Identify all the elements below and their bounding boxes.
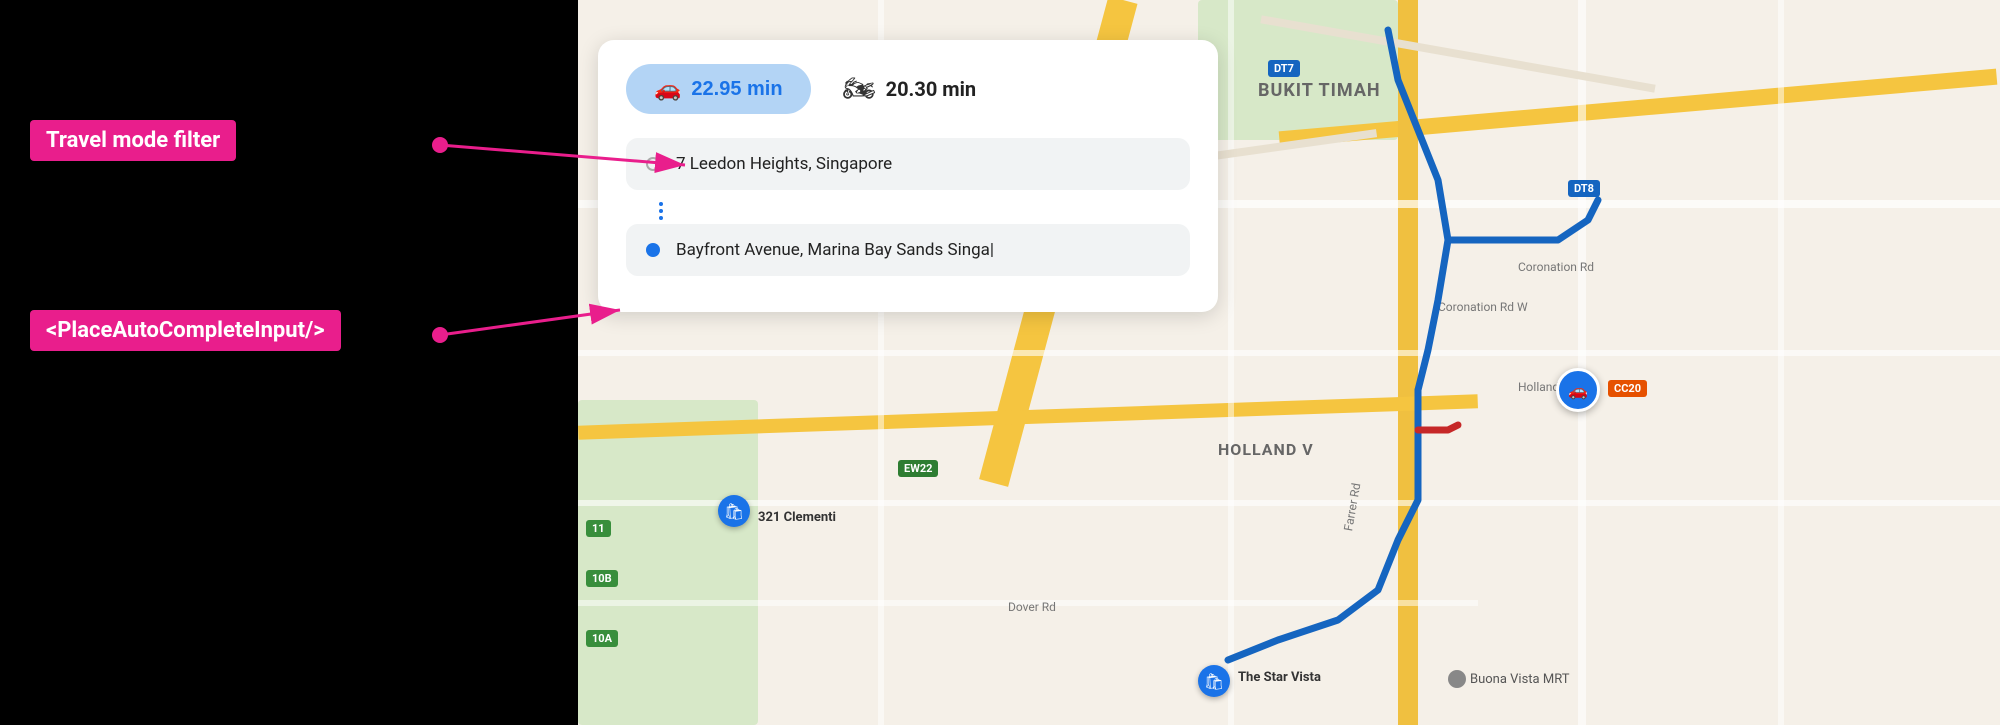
map-container: BUKIT TIMAH HOLLAND V Coronation Rd Coro… xyxy=(578,0,2000,725)
directions-overlay-card: 🚗 22.95 min 🏍 20.30 min 7 Leedon Heights… xyxy=(598,40,1218,312)
car-mode-button[interactable]: 🚗 22.95 min xyxy=(626,64,811,114)
travel-mode-label: Travel mode filter xyxy=(30,120,236,161)
r11-badge: 11 xyxy=(586,520,611,537)
destination-input-field[interactable]: Bayfront Avenue, Marina Bay Sands Singa| xyxy=(626,224,1190,276)
origin-text: 7 Leedon Heights, Singapore xyxy=(676,154,892,174)
car-time: 22.95 min xyxy=(691,78,782,101)
bukit-timah-label: BUKIT TIMAH xyxy=(1258,80,1381,101)
r10b-badge: 10B xyxy=(586,570,618,587)
origin-input-field[interactable]: 7 Leedon Heights, Singapore xyxy=(626,138,1190,190)
ew22-sign: EW22 xyxy=(898,460,938,477)
moto-icon: 🏍 xyxy=(843,74,876,104)
left-annotation-panel: Travel mode filter <PlaceAutoCompleteInp… xyxy=(0,0,580,725)
dt7-sign: DT7 xyxy=(1268,60,1300,77)
moto-mode-button[interactable]: 🏍 20.30 min xyxy=(843,74,977,104)
holland-v-label: HOLLAND V xyxy=(1218,440,1314,459)
cc20-sign: CC20 xyxy=(1608,380,1647,397)
origin-dot-icon xyxy=(646,157,660,171)
buona-vista-label: Buona Vista MRT xyxy=(1448,670,1569,688)
annotation-travel-mode: Travel mode filter xyxy=(30,120,236,161)
place-autocomplete-label: <PlaceAutoCompleteInput/> xyxy=(30,310,341,351)
annotation-place-autocomplete: <PlaceAutoCompleteInput/> xyxy=(30,310,341,351)
coronation-rd-label: Coronation Rd xyxy=(1518,260,1594,274)
star-vista-pin[interactable]: 🛍 xyxy=(1198,665,1230,697)
destination-text: Bayfront Avenue, Marina Bay Sands Singa| xyxy=(676,240,994,260)
dt8-sign: DT8 xyxy=(1568,180,1600,197)
connector-dots xyxy=(654,202,668,220)
clementi-shop-pin[interactable]: 🛍 xyxy=(718,495,750,527)
star-vista-label: The Star Vista xyxy=(1238,670,1321,685)
travel-mode-row: 🚗 22.95 min 🏍 20.30 min xyxy=(626,64,1190,114)
coronation-rd-w-label: Coronation Rd W xyxy=(1438,300,1528,314)
destination-dot-icon xyxy=(646,243,660,257)
car-location-marker: 🚗 xyxy=(1556,368,1600,412)
r10a-badge: 10A xyxy=(586,630,618,647)
clementi-label: 321 Clementi xyxy=(758,510,836,525)
car-icon: 🚗 xyxy=(654,76,681,102)
moto-time: 20.30 min xyxy=(886,77,977,101)
dover-rd-label: Dover Rd xyxy=(1008,600,1056,614)
